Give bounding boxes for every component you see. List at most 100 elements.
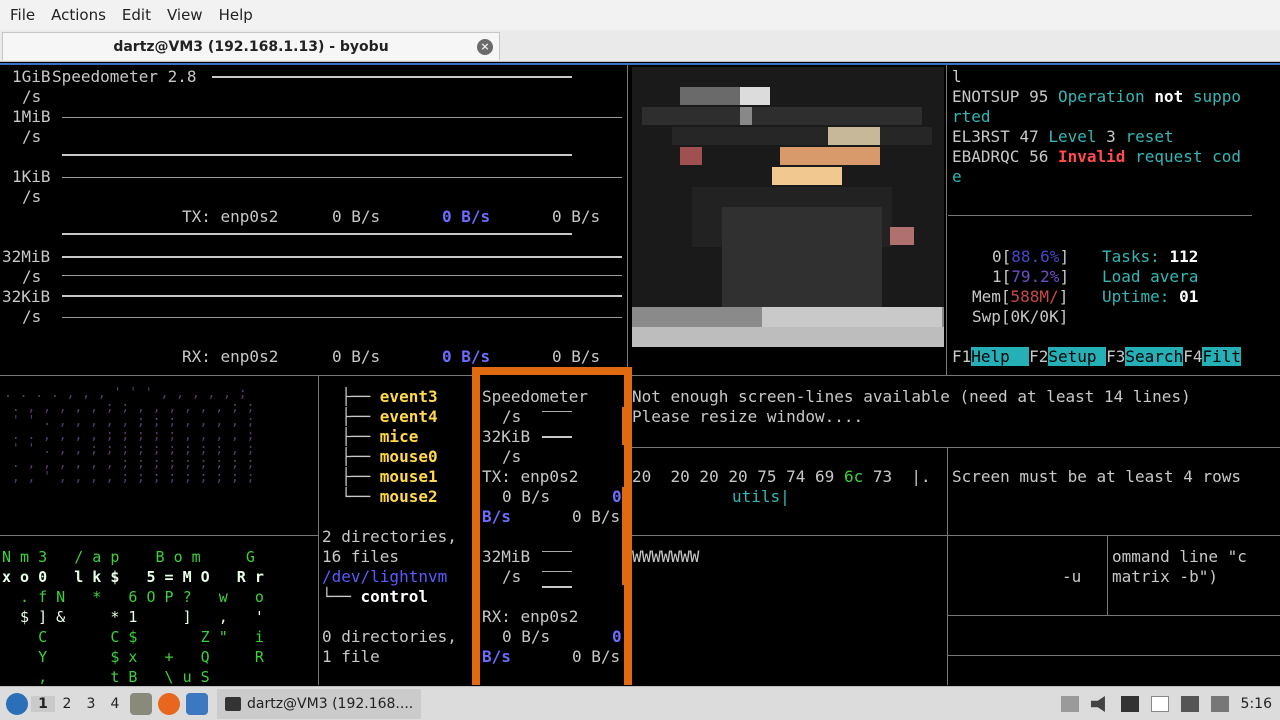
speedo-title: Speedometer 2.8 xyxy=(52,67,197,86)
matrix-row: C C $ Z " i xyxy=(2,628,264,646)
f1-label[interactable]: Help xyxy=(971,347,1030,366)
taskbar: 1 2 3 4 dartz@VM3 (192.168.... 5:16 xyxy=(0,686,1280,720)
errno-line: rted xyxy=(952,107,991,126)
workspace-4[interactable]: 4 xyxy=(103,696,127,712)
menu-view[interactable]: View xyxy=(159,6,211,24)
clipboard-icon[interactable] xyxy=(1150,696,1169,712)
menubar: File Actions Edit View Help xyxy=(0,0,1280,30)
mini-rx-value: 0 B/s xyxy=(502,627,551,646)
speedo-y4: 32MiB xyxy=(2,247,51,266)
mini-rx-value: 0 B/s xyxy=(572,647,621,666)
file-manager-icon[interactable] xyxy=(130,692,152,715)
errno-desc: Invalid xyxy=(1057,147,1126,166)
warning-message: Not enough screen-lines available (need … xyxy=(632,387,1191,406)
speedo-unit: /s xyxy=(22,187,42,206)
bluetooth-icon[interactable] xyxy=(1120,696,1139,712)
firefox-icon[interactable] xyxy=(158,692,180,715)
desktop-icon[interactable] xyxy=(186,692,208,715)
graph-line xyxy=(542,571,572,572)
workspace-1[interactable]: 1 xyxy=(31,695,55,712)
start-menu-icon[interactable] xyxy=(6,692,28,715)
cpu0-meter: 0[88.6%] xyxy=(992,247,1070,266)
rx-value-max: 0 B/s xyxy=(552,347,601,366)
graph-line xyxy=(542,411,572,412)
tree-summary: 0 directories, xyxy=(322,627,457,646)
pane-divider xyxy=(632,535,1280,536)
cpu1-meter: 1[79.2%] xyxy=(992,267,1070,286)
errno-line: EL3RST 47 Level 3 reset xyxy=(952,127,1174,147)
hexdump-line: 20 20 20 20 75 74 69 6c 73 |. xyxy=(632,467,931,486)
pane-divider xyxy=(632,447,1280,448)
matrix-row: , t B \ u S xyxy=(2,668,210,685)
mini-speedo-unit: /s xyxy=(502,407,522,426)
errno-desc: suppo xyxy=(1192,87,1242,106)
speedo-y5: 32KiB xyxy=(2,287,51,306)
f4-key[interactable]: F4 xyxy=(1183,347,1202,366)
speedo-y1: 1GiB xyxy=(12,67,51,86)
f3-key[interactable]: F3 xyxy=(1106,347,1125,366)
close-tab-icon[interactable]: × xyxy=(477,39,493,55)
tx-label: TX: enp0s2 xyxy=(182,207,279,226)
pane-divider xyxy=(0,375,1280,376)
mini-tx-value: 0 B/s xyxy=(502,487,551,506)
errno-line: e xyxy=(952,167,962,186)
pane-divider xyxy=(1107,535,1108,615)
taskbar-app-terminal[interactable]: dartz@VM3 (192.168.... xyxy=(217,688,422,719)
power-icon[interactable] xyxy=(1210,696,1229,712)
menu-edit[interactable]: Edit xyxy=(114,6,159,24)
terminal-area[interactable]: 1GiB Speedometer 2.8 /s 1MiB /s 1KiB /s … xyxy=(0,63,1280,685)
network-icon[interactable] xyxy=(1180,696,1199,712)
mem-meter: Mem[588M/] xyxy=(972,287,1069,306)
mini-rx-label: RX: enp0s2 xyxy=(482,607,579,626)
speedo-unit: /s xyxy=(22,267,42,286)
errno-desc: request cod xyxy=(1135,147,1242,166)
f2-key[interactable]: F2 xyxy=(1029,347,1048,366)
mini-speedo-unit: /s xyxy=(502,447,522,466)
tree-item: ├── mice xyxy=(322,427,419,446)
errno-desc: 3 xyxy=(1106,127,1116,146)
errno-name: EL3RST xyxy=(952,127,1010,146)
cmatrix-pane: N m 3 / a p B o m G x o 0 l k $ 5 = M O … xyxy=(0,545,318,685)
matrix-row: . f N * 6 O P ? w o xyxy=(2,588,264,606)
tasks-count: Tasks: 112 xyxy=(1102,247,1199,266)
menu-file[interactable]: File xyxy=(2,6,43,24)
hexdump-line: utils| xyxy=(732,487,790,506)
f4-label[interactable]: Filt xyxy=(1202,347,1241,366)
swp-meter: Swp[0K/0K] xyxy=(972,307,1069,326)
speedo-unit: /s xyxy=(22,87,42,106)
errno-desc: Level xyxy=(1048,127,1097,146)
f3-label[interactable]: Search xyxy=(1125,347,1184,366)
mini-tx-value: B/s xyxy=(482,507,511,526)
active-pane-highlight[interactable]: Speedometer /s 32KiB /s TX: enp0s2 0 B/s… xyxy=(472,367,632,685)
load-average: Load avera xyxy=(1102,267,1199,286)
terminal-tab[interactable]: dartz@VM3 (192.168.1.13) - byobu × xyxy=(2,32,500,60)
workspace-3[interactable]: 3 xyxy=(79,696,103,712)
volume-icon[interactable] xyxy=(1090,696,1105,712)
tree-summary: 1 file xyxy=(322,647,380,666)
matrix-row: N m 3 / a p B o m G xyxy=(2,548,255,566)
pane-divider xyxy=(946,65,947,375)
menu-actions[interactable]: Actions xyxy=(43,6,114,24)
workspace-2[interactable]: 2 xyxy=(55,696,79,712)
tree-item: ├── event3 xyxy=(322,387,438,406)
tx-value-avg: 0 B/s xyxy=(442,207,491,226)
menu-help[interactable]: Help xyxy=(211,6,261,24)
rx-value-cur: 0 B/s xyxy=(332,347,381,366)
graph-line xyxy=(62,117,622,118)
graph-line xyxy=(62,154,572,156)
pane-divider xyxy=(947,447,948,685)
f1-key[interactable]: F1 xyxy=(952,347,971,366)
ascii-art-image xyxy=(632,67,944,347)
tree-item: ├── mouse1 xyxy=(322,467,438,486)
rx-label: RX: enp0s2 xyxy=(182,347,279,366)
tree-item: ├── event4 xyxy=(322,407,438,426)
tree-summary: 16 files xyxy=(322,547,400,566)
tab-bar: dartz@VM3 (192.168.1.13) - byobu × xyxy=(0,30,1280,62)
clock[interactable]: 5:16 xyxy=(1241,696,1272,712)
errno-num: 47 xyxy=(1019,127,1039,146)
warning-message: Screen must be at least 4 rows xyxy=(952,467,1241,486)
tree-item: └── control xyxy=(322,587,428,606)
eject-icon[interactable] xyxy=(1060,696,1079,712)
errno-name: EBADRQC xyxy=(952,147,1020,166)
f2-label[interactable]: Setup xyxy=(1048,347,1107,366)
